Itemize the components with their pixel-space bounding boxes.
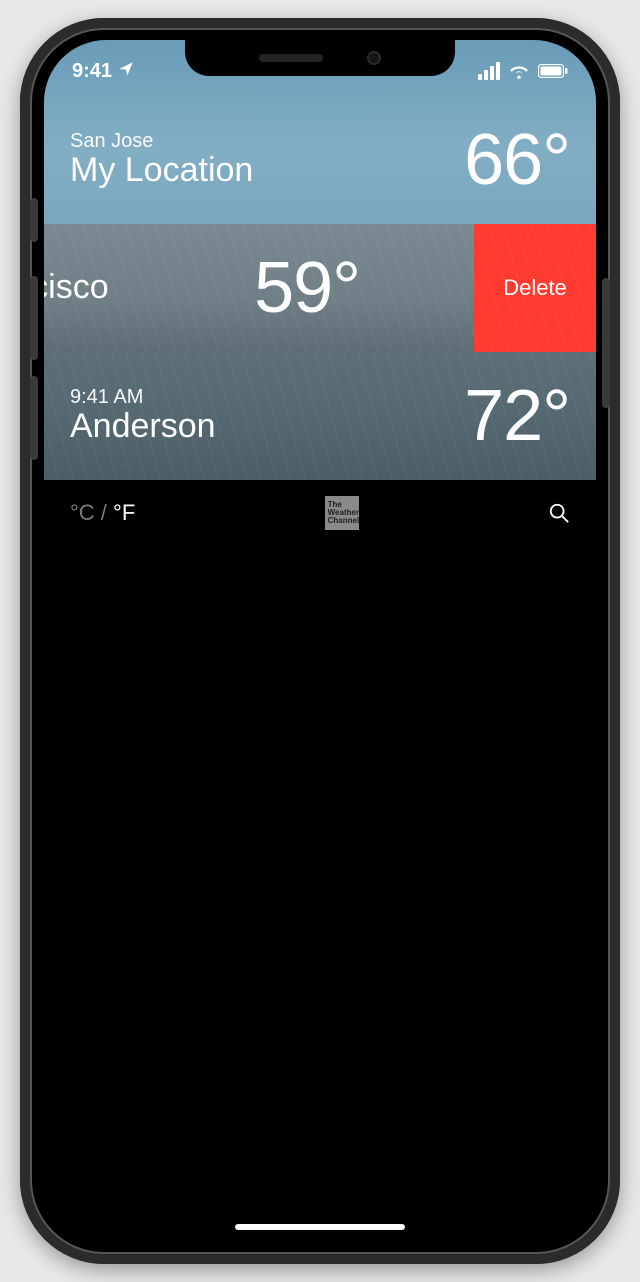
delete-label: Delete [503,275,567,301]
location-services-icon [118,61,134,82]
volume-down-button[interactable] [30,376,38,460]
cellular-signal-icon [478,62,500,80]
mute-switch[interactable] [30,198,38,242]
city-temp: 59° [254,247,360,329]
battery-icon [538,64,568,78]
unit-celsius: °C [70,500,95,525]
logo-line-3: Channel [328,517,356,525]
notch [185,40,455,76]
unit-separator: / [95,500,113,525]
phone-frame: 9:41 [20,18,620,1264]
city-row-anderson[interactable]: 9:41 AM Anderson 72° [44,352,596,480]
city-title: rancisco [44,269,109,306]
weather-channel-logo[interactable]: The Weather Channel [325,496,359,530]
city-temp: 66° [464,119,570,201]
city-title: My Location [70,152,253,189]
volume-up-button[interactable] [30,276,38,360]
city-title: Anderson [70,408,216,445]
city-temp: 72° [464,375,570,457]
screen: 9:41 [44,40,596,1242]
unit-fahrenheit: °F [113,500,135,525]
status-right [478,56,568,80]
city-local-time: 9:41 AM [70,386,216,408]
city-list: San Jose My Location 66° rancisco 59° De… [44,96,596,546]
unit-toggle[interactable]: °C / °F [70,500,135,526]
power-button[interactable] [602,278,610,408]
speaker-grill [259,54,323,62]
city-row-san-francisco[interactable]: rancisco 59° Delete [44,224,596,352]
delete-button[interactable]: Delete [474,224,596,352]
search-icon[interactable] [548,502,570,524]
wifi-icon [508,63,530,79]
home-indicator[interactable] [235,1224,405,1230]
status-left: 9:41 [72,54,134,83]
status-time: 9:41 [72,60,112,83]
front-camera [367,51,381,65]
list-toolbar: °C / °F The Weather Channel [44,480,596,546]
city-subtitle: San Jose [70,130,253,152]
